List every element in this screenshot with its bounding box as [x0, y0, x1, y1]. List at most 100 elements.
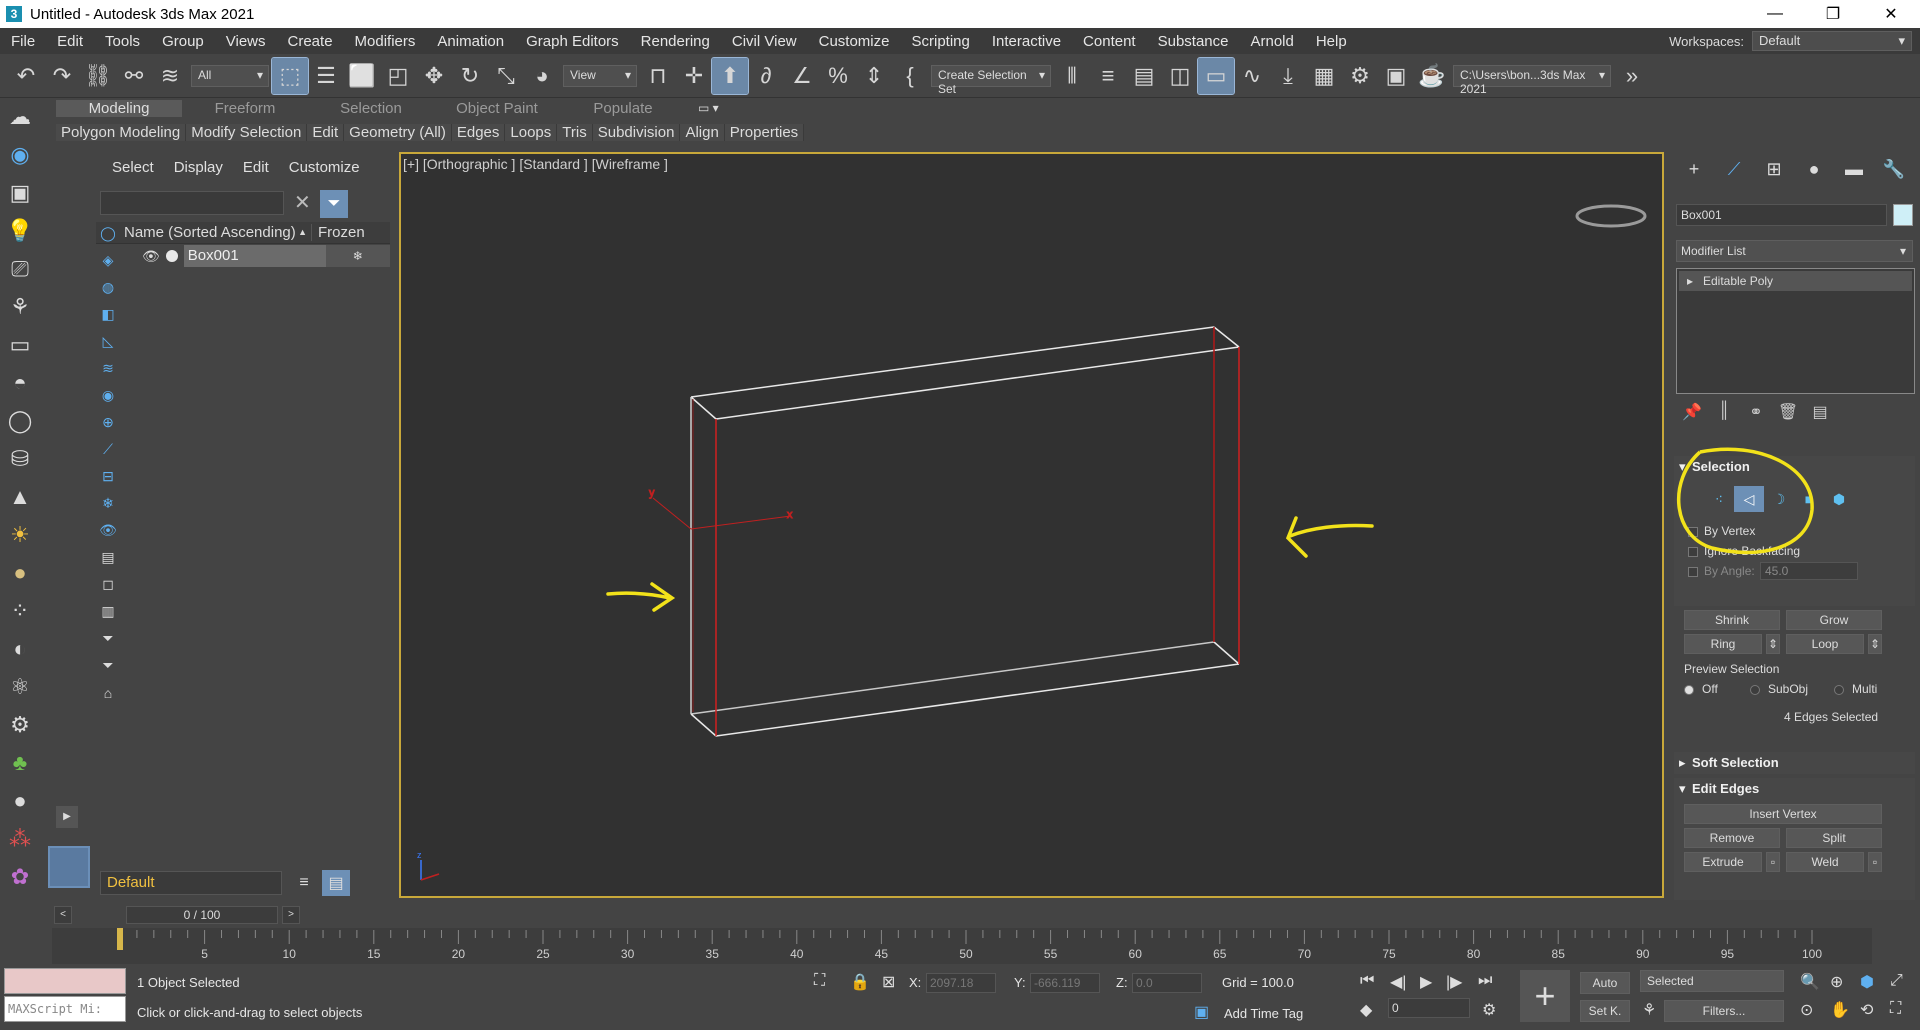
display-xrefs-icon[interactable]: ⟋ [97, 436, 119, 463]
ribbon-subdivision[interactable]: Subdivision [592, 123, 681, 141]
edit-named-selection-icon[interactable]: { [892, 58, 928, 94]
scale-icon[interactable]: ⤡ [488, 58, 524, 94]
layer-explorer-icon[interactable]: ▤ [322, 870, 350, 896]
next-frame-arrow-icon[interactable]: > [282, 906, 300, 924]
by-angle-checkbox[interactable]: By Angle: [1688, 564, 1755, 578]
menu-views[interactable]: Views [215, 33, 277, 50]
menu-content[interactable]: Content [1072, 33, 1147, 50]
helper-icon[interactable]: ⚘ [0, 288, 40, 326]
toggle-ribbon-icon[interactable]: ▭ [1197, 56, 1235, 95]
prev-frame-arrow-icon[interactable]: < [54, 906, 72, 924]
display-spacewarps-icon[interactable]: ◉ [97, 382, 119, 409]
absolute-mode-icon[interactable]: ⊠ [882, 972, 895, 992]
sun-icon[interactable]: ☀ [0, 516, 40, 554]
align-icon[interactable]: ≡ [1090, 58, 1126, 94]
insert-vertex-button[interactable]: Insert Vertex [1684, 804, 1882, 824]
pin-stack-icon[interactable]: 📌 [1676, 402, 1708, 422]
curve-editor-icon[interactable]: ∿ [1234, 58, 1270, 94]
menu-animation[interactable]: Animation [426, 33, 515, 50]
explorer-tab-edit[interactable]: Edit [243, 159, 269, 176]
ribbon-tab-populate[interactable]: Populate [560, 100, 686, 117]
x-coord-field[interactable]: 2097.18 [926, 973, 996, 993]
motion-tab-icon[interactable]: ● [1794, 154, 1834, 184]
display-hidden-icon[interactable]: 👁 [97, 517, 119, 544]
ball-icon[interactable]: ● [0, 554, 40, 592]
configure-modifier-sets-icon[interactable]: ▤ [1804, 402, 1836, 422]
menu-graph-editors[interactable]: Graph Editors [515, 33, 630, 50]
modify-tab-icon[interactable]: ⟋ [1714, 154, 1754, 184]
mirror-icon[interactable]: ⫴ [1054, 58, 1090, 94]
named-selection-set-dropdown[interactable]: Create Selection Set [931, 64, 1051, 96]
preview-off-radio[interactable]: Off [1684, 682, 1718, 696]
display-geometry-icon[interactable]: ◈ [97, 247, 119, 274]
toolbar-overflow-icon[interactable]: » [1614, 58, 1650, 94]
key-filter-dropdown[interactable]: Selected [1640, 970, 1784, 992]
plant-icon[interactable]: ♣ [0, 744, 40, 782]
move-icon[interactable]: ✥ [416, 58, 452, 94]
display-helpers-icon[interactable]: ≋ [97, 355, 119, 382]
ribbon-tab-object-paint[interactable]: Object Paint [434, 100, 560, 117]
menu-tools[interactable]: Tools [94, 33, 151, 50]
window-crossing-icon[interactable]: ◰ [380, 58, 416, 94]
toggle-scene-explorer-icon[interactable]: ▤ [1126, 58, 1162, 94]
maxscript-listener-output[interactable] [4, 968, 126, 994]
menu-file[interactable]: File [0, 33, 46, 50]
ribbon-loops[interactable]: Loops [505, 123, 558, 141]
by-angle-spinner[interactable]: 45.0 [1760, 562, 1858, 580]
ribbon-properties[interactable]: Properties [724, 123, 805, 141]
show-end-result-icon[interactable]: ║ [1708, 402, 1740, 422]
preview-multi-radio[interactable]: Multi [1834, 682, 1877, 696]
modifier-list-dropdown[interactable]: Modifier List [1676, 240, 1913, 262]
polygon-mode-icon[interactable]: ■ [1794, 486, 1824, 512]
viewport-orthographic[interactable]: [+] [Orthographic ] [Standard ] [Wirefra… [399, 152, 1664, 898]
edit-edges-rollout-header[interactable]: Edit Edges [1674, 778, 1915, 800]
ribbon-edit[interactable]: Edit [307, 123, 345, 141]
key-filters-button[interactable]: Filters... [1664, 1000, 1784, 1022]
minimize-button[interactable]: — [1746, 0, 1804, 28]
display-all-icon[interactable]: ▤ [97, 544, 119, 571]
weld-button[interactable]: Weld [1786, 852, 1864, 872]
shrink-button[interactable]: Shrink [1684, 610, 1780, 630]
sphere-icon[interactable]: ◯ [0, 402, 40, 440]
display-containers-icon[interactable]: ❄ [97, 490, 119, 517]
maxscript-mini-listener[interactable]: MAXScript Mi: [4, 996, 126, 1022]
explorer-tab-display[interactable]: Display [174, 159, 223, 176]
key-tangent-icon[interactable]: ⚘ [1642, 1000, 1656, 1020]
ribbon-tris[interactable]: Tris [557, 123, 593, 141]
pan-view-icon[interactable]: ✋ [1830, 1000, 1850, 1020]
current-layer-dropdown[interactable]: Default [100, 871, 282, 895]
display-bones-icon[interactable]: ⊟ [97, 463, 119, 490]
dome-icon[interactable]: ◓ [0, 364, 40, 402]
previous-frame-icon[interactable]: ◀| [1390, 972, 1406, 992]
ribbon-geometry-all[interactable]: Geometry (All) [344, 123, 452, 141]
split-button[interactable]: Split [1786, 828, 1882, 848]
display-none-icon[interactable]: ◯ [97, 220, 119, 247]
go-to-end-icon[interactable]: ⏭ [1478, 972, 1492, 990]
rotate-icon[interactable]: ↻ [452, 58, 488, 94]
make-unique-icon[interactable]: ⚭ [1740, 402, 1772, 422]
explorer-tab-customize[interactable]: Customize [289, 159, 360, 176]
display-lights-icon[interactable]: ◧ [97, 301, 119, 328]
color-balls-icon[interactable]: ⁂ [0, 820, 40, 858]
object-name-field[interactable]: Box001 [1676, 204, 1887, 226]
frozen-snowflake-icon[interactable]: ❄ [325, 245, 390, 267]
set-key-button[interactable]: Set K. [1580, 1000, 1630, 1022]
undo-icon[interactable]: ↶ [8, 58, 44, 94]
geometry-icon[interactable]: ◉ [0, 136, 40, 174]
menu-rendering[interactable]: Rendering [630, 33, 721, 50]
ribbon-align[interactable]: Align [680, 123, 725, 141]
menu-help[interactable]: Help [1305, 33, 1358, 50]
vertex-mode-icon[interactable]: ⁖ [1704, 486, 1734, 512]
selection-lock-icon[interactable]: 🔒 [850, 972, 870, 992]
remove-button[interactable]: Remove [1684, 828, 1780, 848]
layers-icon[interactable]: ≡ [290, 870, 318, 896]
element-mode-icon[interactable]: ⬢ [1824, 486, 1854, 512]
material-sphere-icon[interactable]: ● [0, 782, 40, 820]
maximize-button[interactable]: ❐ [1804, 0, 1862, 28]
add-time-tag[interactable]: Add Time Tag [1224, 1006, 1303, 1021]
utilities-tab-icon[interactable]: 🔧 [1874, 154, 1914, 184]
weld-settings-icon[interactable]: ▫ [1868, 852, 1882, 872]
ribbon-edges[interactable]: Edges [451, 123, 506, 141]
isolate-selection-icon[interactable]: ⛶ [814, 972, 825, 990]
current-frame-marker[interactable] [117, 928, 123, 950]
